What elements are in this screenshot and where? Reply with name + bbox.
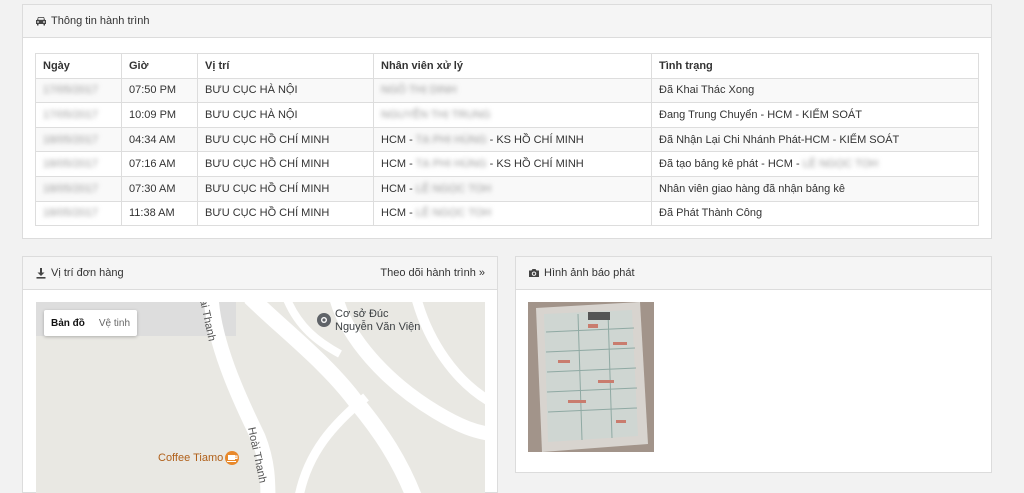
order-location-title: Vị trí đơn hàng — [51, 267, 124, 279]
row-status: Đã tạo bảng kê phát - HCM - LÊ NGỌC TOH — [651, 151, 979, 177]
trip-table-header-row: Ngày Giờ Vị trí Nhân viên xử lý Tình trạ… — [35, 53, 979, 79]
row-staff: HCM - LÊ NGỌC TOH — [373, 175, 652, 202]
row-staff-suffix: - KS HỒ CHÍ MINH — [486, 158, 584, 171]
row-staff-prefix: HCM - — [381, 182, 416, 195]
row-location: BƯU CỤC HÀ NỘI — [197, 102, 374, 128]
row-status-text: Đang Trung Chuyển - HCM - KIỂM SOÁT — [659, 108, 862, 121]
col-location-header: Vị trí — [197, 53, 374, 79]
row-staff: HCM - LÊ NGỌC TOH — [373, 200, 652, 227]
row-status: Đã Phát Thành Công — [651, 200, 979, 227]
table-row: 18/05/2017 07:30 AM BƯU CỤC HỒ CHÍ MINH HCM… — [35, 175, 979, 202]
trip-info-panel: Thông tin hành trình Ngày Giờ Vị trí Nhâ… — [22, 4, 992, 239]
poi-2-label: Coffee Tiamo — [158, 452, 223, 464]
row-staff-hidden: LÊ NGỌC TOH — [415, 182, 492, 195]
row-status-hidden: LÊ NGỌC TOH — [802, 158, 879, 171]
row-staff-hidden: TẠ PHI HÙNG — [415, 133, 487, 146]
row-staff: NGÔ THỊ DINH — [373, 77, 652, 104]
row-date-value: 18/05/2017 — [43, 182, 99, 195]
col-date-header: Ngày — [35, 53, 122, 79]
map-view[interactable]: ai Thanh Hoài Thanh Cơ sở Đúc Nguyễn Văn… — [36, 302, 485, 493]
table-row: 18/05/2017 04:34 AM BƯU CỤC HỒ CHÍ MINH HCM… — [35, 126, 979, 153]
row-status-text: Nhân viên giao hàng đã nhận bảng kê — [659, 182, 845, 195]
row-location: BƯU CỤC HỒ CHÍ MINH — [197, 175, 374, 202]
table-row: 18/05/2017 07:16 AM BƯU CỤC HỒ CHÍ MINH HCM… — [35, 151, 979, 177]
row-staff: NGUYỄN THỊ TRUNG — [373, 102, 652, 128]
trip-info-title: Thông tin hành trình — [51, 15, 150, 27]
row-status-text: Đã Khai Thác Xong — [659, 84, 755, 97]
row-staff: HCM - TẠ PHI HÙNG - KS HỒ CHÍ MINH — [373, 151, 652, 177]
delivery-photo-header: Hình ảnh báo phát — [516, 257, 991, 290]
camera-poi-icon[interactable] — [317, 313, 331, 327]
row-status: Đang Trung Chuyển - HCM - KIỂM SOÁT — [651, 102, 979, 128]
download-icon — [35, 267, 47, 279]
row-status: Nhân viên giao hàng đã nhận bảng kê — [651, 175, 979, 202]
map-tab-map[interactable]: Bản đồ — [44, 310, 92, 336]
row-date: 18/05/2017 — [35, 151, 122, 177]
order-location-header: Vị trí đơn hàng Theo dõi hành trình » — [23, 257, 497, 290]
row-location: BƯU CỤC HỒ CHÍ MINH — [197, 200, 374, 227]
delivery-photo-panel: Hình ảnh báo phát — [515, 256, 992, 473]
row-time: 04:34 AM — [121, 126, 198, 153]
row-date-value: 17/05/2017 — [43, 108, 99, 121]
trip-info-header: Thông tin hành trình — [23, 5, 991, 38]
row-location: BƯU CỤC HỒ CHÍ MINH — [197, 126, 374, 153]
row-date: 17/05/2017 — [35, 77, 122, 104]
row-time: 11:38 AM — [121, 200, 198, 227]
delivery-photo-thumbnail[interactable] — [528, 302, 654, 452]
row-time: 07:50 PM — [121, 77, 198, 104]
row-staff-hidden: NGUYỄN THỊ TRUNG — [381, 108, 491, 121]
row-staff-suffix: - KS HỒ CHÍ MINH — [486, 133, 584, 146]
col-time-header: Giờ — [121, 53, 198, 79]
row-status: Đã Khai Thác Xong — [651, 77, 979, 104]
row-location: BƯU CỤC HỒ CHÍ MINH — [197, 151, 374, 177]
row-date-value: 17/05/2017 — [43, 84, 99, 97]
col-staff-header: Nhân viên xử lý — [373, 53, 652, 79]
row-date-value: 18/05/2017 — [43, 133, 99, 146]
row-date: 18/05/2017 — [35, 175, 122, 202]
cafe-poi-icon[interactable] — [225, 451, 239, 465]
row-date: 18/05/2017 — [35, 200, 122, 227]
row-date-value: 18/05/2017 — [43, 158, 99, 171]
table-row: 17/05/2017 07:50 PM BƯU CỤC HÀ NỘI NGÔ THỊ … — [35, 77, 979, 104]
map-type-tabs: Bản đồ Vệ tinh — [44, 310, 138, 336]
map-tab-satellite[interactable]: Vệ tinh — [92, 310, 137, 336]
car-icon — [35, 15, 47, 27]
order-location-panel: Vị trí đơn hàng Theo dõi hành trình » ai… — [22, 256, 498, 493]
row-status: Đã Nhận Lại Chi Nhánh Phát-HCM - KIỂM SO… — [651, 126, 979, 153]
row-staff-hidden: NGÔ THỊ DINH — [381, 84, 457, 97]
row-staff-hidden: LÊ NGỌC TOH — [415, 207, 492, 220]
row-location: BƯU CỤC HÀ NỘI — [197, 77, 374, 104]
row-staff-prefix: HCM - — [381, 158, 416, 171]
row-staff: HCM - TẠ PHI HÙNG - KS HỒ CHÍ MINH — [373, 126, 652, 153]
table-row: 17/05/2017 10:09 PM BƯU CỤC HÀ NỘI NGUYỄN T… — [35, 102, 979, 128]
delivery-document-image — [528, 302, 654, 452]
col-status-header: Tình trạng — [651, 53, 979, 79]
row-staff-prefix: HCM - — [381, 133, 416, 146]
row-date: 17/05/2017 — [35, 102, 122, 128]
row-status-text: Đã tạo bảng kê phát - HCM - — [659, 158, 803, 171]
track-journey-link[interactable]: Theo dõi hành trình » — [380, 267, 485, 279]
row-staff-prefix: HCM - — [381, 207, 416, 220]
table-row: 18/05/2017 11:38 AM BƯU CỤC HỒ CHÍ MINH HCM… — [35, 200, 979, 227]
trip-table: Ngày Giờ Vị trí Nhân viên xử lý Tình trạ… — [35, 53, 979, 227]
row-date-value: 18/05/2017 — [43, 207, 99, 220]
row-time: 10:09 PM — [121, 102, 198, 128]
row-time: 07:16 AM — [121, 151, 198, 177]
row-date: 18/05/2017 — [35, 126, 122, 153]
poi-1-line1: Cơ sở Đúc — [335, 308, 389, 320]
row-staff-hidden: TẠ PHI HÙNG — [415, 158, 487, 171]
row-status-text: Đã Nhận Lại Chi Nhánh Phát-HCM - KIỂM SO… — [659, 133, 900, 146]
poi-1-line2: Nguyễn Văn Viện — [335, 320, 420, 333]
camera-icon — [528, 267, 540, 279]
row-status-text: Đã Phát Thành Công — [659, 207, 763, 220]
delivery-photo-title: Hình ảnh báo phát — [544, 267, 635, 279]
row-time: 07:30 AM — [121, 175, 198, 202]
